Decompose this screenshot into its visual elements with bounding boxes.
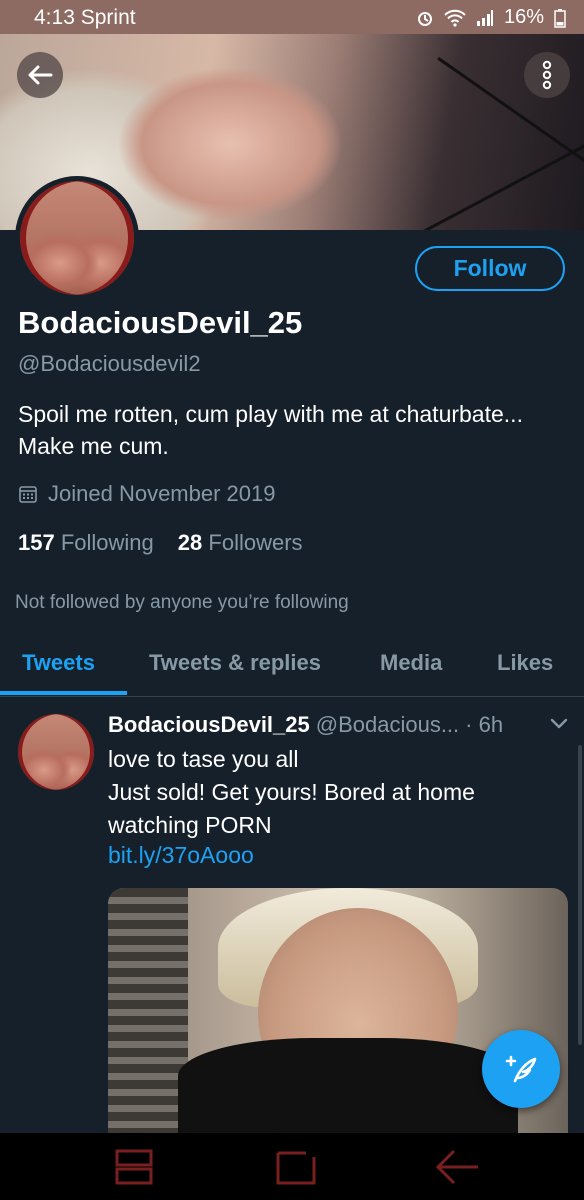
tab-tweets[interactable]: Tweets xyxy=(22,650,95,676)
tweet-header: BodaciousDevil_25 @Bodacious... · 6h xyxy=(108,712,503,738)
bio-line: Spoil me rotten, cum play with me at cha… xyxy=(18,401,523,427)
joined-date: Joined November 2019 xyxy=(18,481,275,507)
media-detail xyxy=(108,888,188,1133)
following-count: 157 xyxy=(18,530,55,555)
followers-label: Followers xyxy=(208,530,303,555)
scrollbar[interactable] xyxy=(578,745,582,1045)
following-link[interactable]: 157 Following xyxy=(18,530,154,556)
joined-text: Joined November 2019 xyxy=(48,481,276,506)
wifi-icon xyxy=(444,9,466,27)
media-detail xyxy=(178,1038,518,1133)
nav-back-icon[interactable] xyxy=(434,1147,480,1187)
tweet-line: Just sold! Get yours! Bored at home xyxy=(108,779,475,805)
active-tab-indicator xyxy=(0,691,127,695)
bio-line: Make me cum. xyxy=(18,433,169,459)
profile-avatar[interactable] xyxy=(15,176,139,300)
tab-tweets-replies[interactable]: Tweets & replies xyxy=(149,650,321,676)
back-arrow-icon xyxy=(28,65,53,85)
tweet-avatar[interactable] xyxy=(18,714,94,790)
carrier-text: Sprint xyxy=(80,6,136,29)
battery-percent: 16% xyxy=(503,6,544,28)
following-label: Following xyxy=(60,530,154,555)
profile-bio: Spoil me rotten, cum play with me at cha… xyxy=(18,398,578,462)
back-button[interactable] xyxy=(17,52,63,98)
tweet-author-name[interactable]: BodaciousDevil_25 xyxy=(108,712,310,738)
compose-tweet-icon xyxy=(505,1055,537,1083)
tweet-timestamp: · 6h xyxy=(465,712,504,737)
tweet-author-handle: @Bodacious... xyxy=(315,712,460,737)
tab-media[interactable]: Media xyxy=(380,650,442,676)
followers-count: 28 xyxy=(177,530,203,555)
status-time: 4:13 Sprint xyxy=(34,6,136,30)
tweet-text: love to tase you all Just sold! Get your… xyxy=(108,743,475,842)
tweet-link[interactable]: bit.ly/37oAooo xyxy=(108,842,254,869)
profile-tabs: Tweets Tweets & replies Media Likes xyxy=(0,640,584,697)
follow-counts: 157 Following 28 Followers xyxy=(18,530,303,556)
alarm-icon xyxy=(417,11,432,26)
status-bar: 4:13 Sprint 16% xyxy=(0,0,584,34)
mutual-followers-note: Not followed by anyone you’re following xyxy=(15,592,349,613)
more-options-button[interactable] xyxy=(524,52,570,98)
banner-detail xyxy=(412,132,584,230)
battery-icon xyxy=(554,8,566,28)
tweet-line: love to tase you all xyxy=(108,746,299,772)
clock-text: 4:13 xyxy=(34,6,75,29)
signal-icon xyxy=(476,9,493,26)
display-name: BodaciousDevil_25 xyxy=(18,305,303,340)
user-handle: @Bodaciousdevil2 xyxy=(18,351,201,376)
tab-likes[interactable]: Likes xyxy=(497,650,553,676)
home-icon[interactable] xyxy=(274,1147,318,1187)
calendar-icon xyxy=(19,486,37,503)
more-vertical-icon xyxy=(542,60,552,90)
status-icons: 16% xyxy=(416,6,566,29)
chevron-down-icon[interactable] xyxy=(549,716,569,730)
system-nav-bar xyxy=(0,1133,584,1200)
avatar-image xyxy=(20,181,134,295)
recent-apps-icon[interactable] xyxy=(113,1147,155,1187)
followers-link[interactable]: 28 Followers xyxy=(178,530,303,556)
tweet-line: watching PORN xyxy=(108,812,272,838)
follow-button[interactable]: Follow xyxy=(415,246,565,291)
compose-tweet-button[interactable] xyxy=(482,1030,560,1108)
